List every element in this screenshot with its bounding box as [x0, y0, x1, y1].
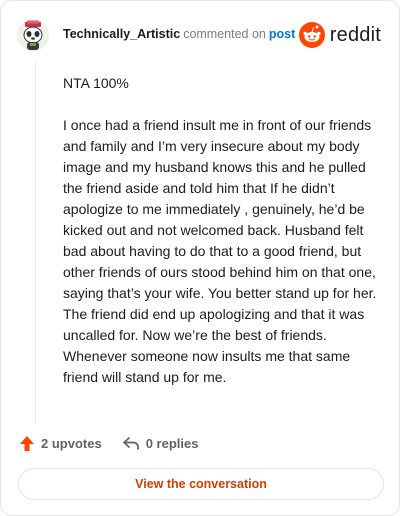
reddit-brand[interactable]: reddit [298, 20, 381, 50]
post-link[interactable]: post [269, 27, 295, 41]
view-conversation-button[interactable]: View the conversation [18, 468, 384, 500]
reply-count: 0 replies [145, 435, 199, 451]
reply-arrow-icon [122, 437, 139, 450]
reddit-wordmark: reddit [329, 23, 381, 46]
user-avatar[interactable] [17, 19, 49, 51]
comment-card: Technically_Artistic commented on post red… [0, 0, 400, 516]
reddit-logo-icon [298, 22, 325, 48]
upvote-count: 2 upvotes [41, 435, 102, 451]
reply-button[interactable]: 0 replies [122, 435, 199, 451]
upvote-button[interactable]: 2 upvotes [19, 435, 102, 452]
comment-paragraph: I once had a friend insult me in front o… [63, 117, 377, 385]
comment-header: Technically_Artistic commented on post red… [17, 15, 385, 55]
snoo-avatar-icon [17, 19, 49, 51]
comment-body: NTA 100% I once had a friend insult me i… [63, 73, 381, 388]
comment-paragraph: NTA 100% [63, 75, 129, 91]
username-link[interactable]: Technically_Artistic [63, 27, 180, 41]
comment-actions: 2 upvotes 0 replies [19, 431, 198, 455]
comment-meta: Technically_Artistic commented on post [63, 27, 295, 41]
upvote-arrow-icon [20, 435, 34, 451]
thread-line[interactable] [35, 61, 36, 424]
commented-on-text: commented on [183, 27, 266, 41]
